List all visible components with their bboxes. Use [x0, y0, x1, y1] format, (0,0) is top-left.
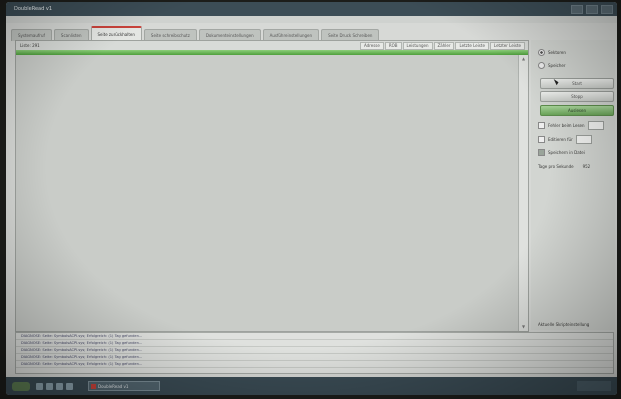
log-line: DIAGNOSE: Seite: SymbolsACPI.sys; Erfolg… [16, 340, 613, 347]
checkbox[interactable] [538, 136, 545, 143]
log-line: DIAGNOSE: Seite: SymbolsACPI.sys; Erfolg… [16, 333, 613, 340]
stop-button[interactable]: Stopp [540, 91, 614, 102]
column-header[interactable]: Leistungen [402, 42, 433, 50]
checkbox[interactable] [538, 149, 545, 156]
scroll-up-icon[interactable]: ▲ [520, 56, 527, 62]
radio-label: Sektoren [548, 50, 566, 55]
checkbox-label: Speichern in Datei [548, 150, 585, 155]
checkbox-speichern[interactable]: Speichern in Datei [538, 149, 585, 156]
radio-label: Speicher [548, 63, 566, 68]
title-bar: DoubleRead v1 [6, 2, 617, 16]
read-button[interactable]: Auslesen [540, 105, 614, 116]
column-header[interactable]: Letzter Leiste [489, 42, 525, 50]
list-header: Liste: 291 Adresse ROB Leistungen Zähler… [16, 41, 528, 50]
number-field[interactable] [587, 121, 604, 130]
checkbox-editieren[interactable]: Editieren für [538, 135, 592, 144]
result-list[interactable] [16, 55, 518, 331]
application-window: DoubleRead v1 Systemaufruf Scanlisten Se… [6, 2, 617, 395]
checkbox-label: Editieren für [548, 137, 573, 142]
column-header[interactable]: Letzte Leiste [455, 42, 489, 50]
log-line: DIAGNOSE: Seite: SymbolsACPI.sys; Erfolg… [16, 347, 613, 354]
log-line: DIAGNOSE: Seite: SymbolsACPI.sys; Erfolg… [16, 361, 613, 368]
app-icon [91, 384, 96, 389]
log-panel: DIAGNOSE: Seite: SymbolsACPI.sys; Erfolg… [15, 332, 614, 374]
speed-value: 952 [582, 164, 591, 169]
speed-readout: Tage pro Sekunde 952 [538, 164, 590, 169]
taskbar-item-label: DoubleRead v1 [98, 384, 129, 389]
checkbox[interactable] [538, 122, 545, 129]
radio-button[interactable] [538, 49, 545, 56]
quicklaunch-icon[interactable] [46, 383, 53, 390]
column-header[interactable]: Zähler [433, 42, 455, 50]
taskbar-item[interactable]: DoubleRead v1 [88, 381, 160, 391]
options-panel: Sektoren Speicher Start Stopp Auslesen F… [531, 40, 615, 330]
scroll-down-icon[interactable]: ▼ [520, 324, 527, 330]
log-line: DIAGNOSE: Seite: SymbolsACPI.sys; Erfolg… [16, 354, 613, 361]
quicklaunch-icon[interactable] [66, 383, 73, 390]
column-headers: Adresse ROB Leistungen Zähler Letzte Lei… [360, 42, 525, 50]
radio-speicher[interactable]: Speicher [538, 62, 566, 69]
close-button[interactable] [601, 5, 613, 14]
start-button[interactable] [12, 382, 30, 391]
taskbar: DoubleRead v1 [6, 377, 617, 395]
checkbox-label: Fehler beim Lesen [548, 123, 585, 128]
window-title: DoubleRead v1 [14, 6, 53, 12]
start-button[interactable]: Start [540, 78, 614, 89]
list-count-label: Liste: 291 [20, 43, 40, 48]
quicklaunch-icon[interactable] [36, 383, 43, 390]
speed-label: Tage pro Sekunde [538, 164, 574, 169]
minimize-button[interactable] [571, 5, 583, 14]
script-settings-link[interactable]: Aktuelle Skripteinstellung [538, 322, 589, 327]
window-controls [571, 5, 613, 14]
main-panel: Liste: 291 Adresse ROB Leistungen Zähler… [15, 40, 529, 332]
maximize-button[interactable] [586, 5, 598, 14]
system-tray [577, 381, 611, 391]
number-field[interactable] [575, 135, 592, 144]
column-header[interactable]: Adresse [360, 42, 384, 50]
menu-bar [6, 16, 617, 23]
column-header[interactable]: ROB [384, 42, 402, 50]
radio-sektoren[interactable]: Sektoren [538, 49, 566, 56]
radio-button[interactable] [538, 62, 545, 69]
checkbox-fehler[interactable]: Fehler beim Lesen [538, 121, 604, 130]
tab-bar: Systemaufruf Scanlisten Seite zurückhalt… [11, 26, 615, 42]
vertical-scrollbar[interactable]: ▲ ▼ [518, 55, 528, 331]
quicklaunch-icon[interactable] [56, 383, 63, 390]
